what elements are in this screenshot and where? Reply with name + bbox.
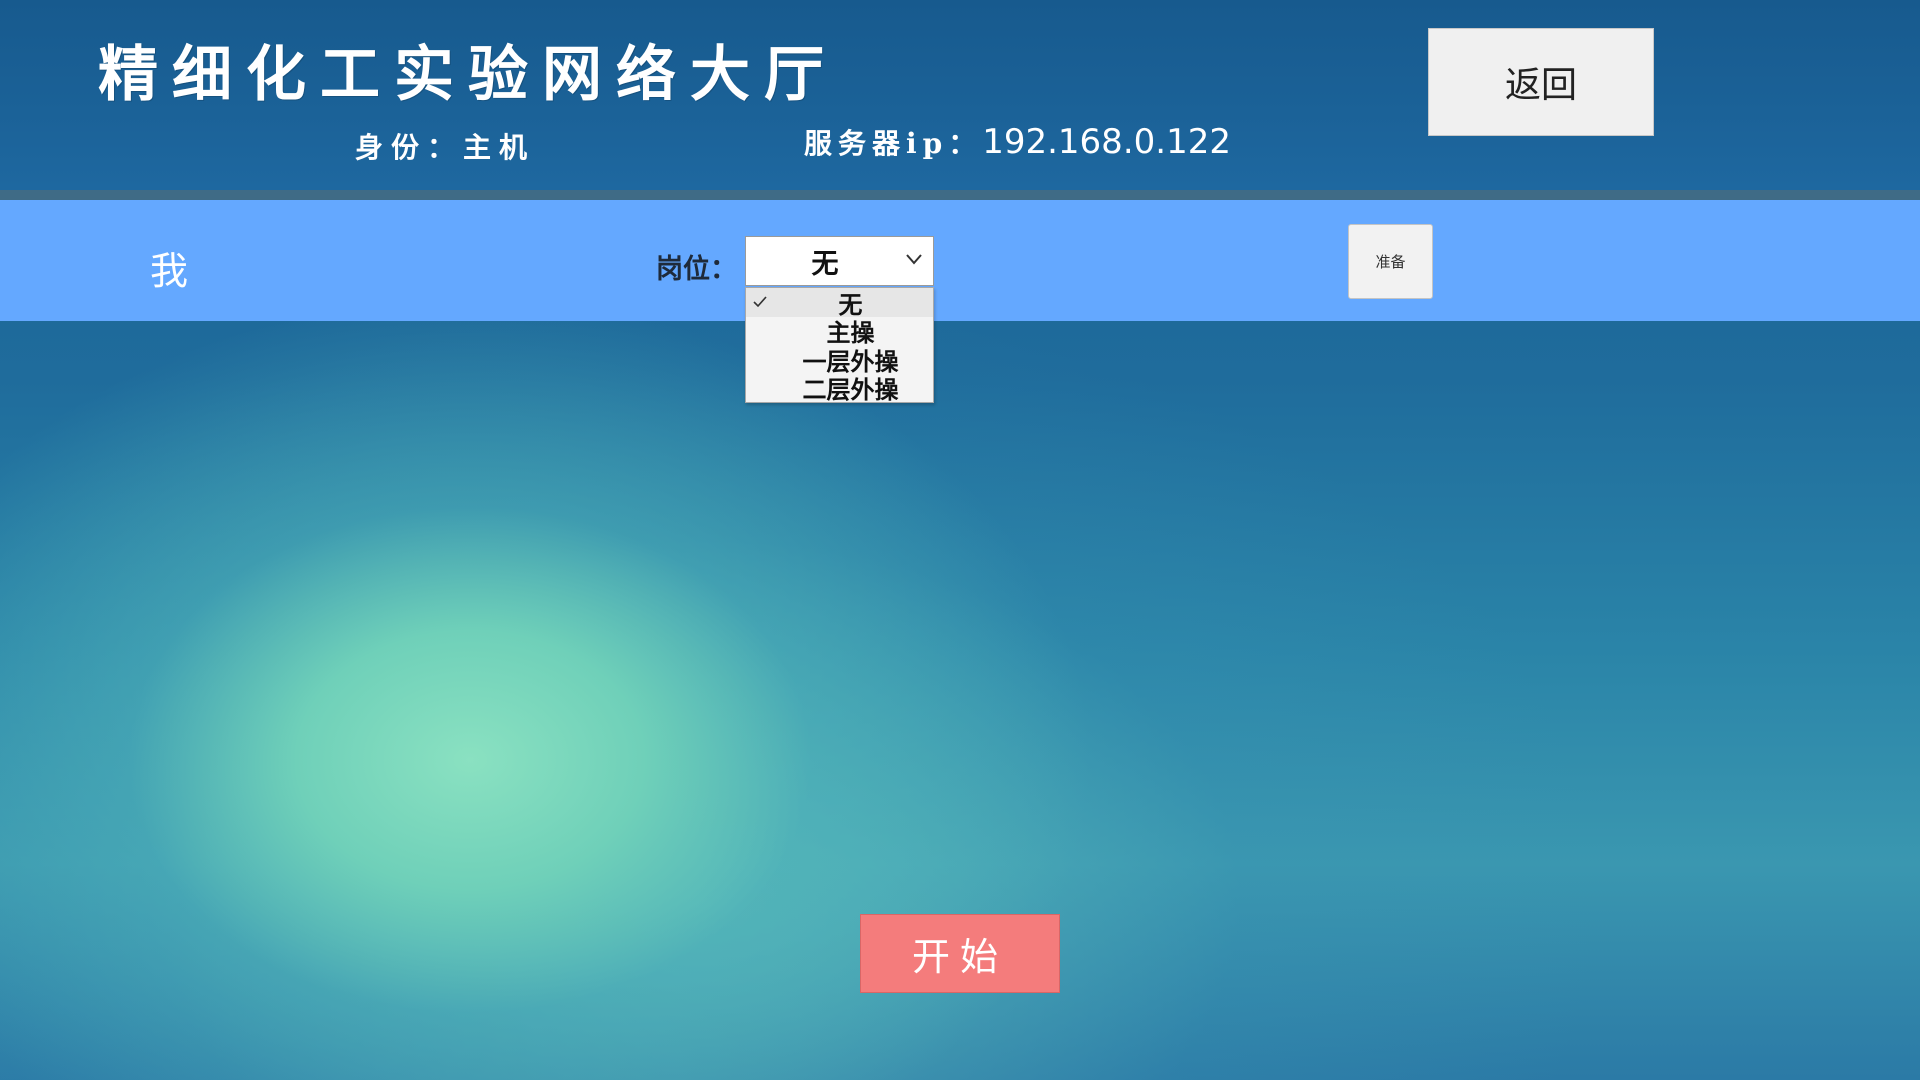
check-icon xyxy=(753,296,767,308)
dropdown-option-label: 二层外操 xyxy=(802,376,899,405)
server-ip-value: 192.168.0.122 xyxy=(982,122,1231,162)
dropdown-option[interactable]: 一层外操 xyxy=(746,345,933,376)
identity-label: 身份：主机 xyxy=(355,131,536,164)
dropdown-option[interactable]: 二层外操 xyxy=(746,374,933,404)
player-row: 我 岗位： 无 准备 xyxy=(0,200,1920,321)
server-ip: 服务器ip：192.168.0.122 xyxy=(804,122,1231,162)
role-dropdown-list: 无 主操 一层外操 二层外操 xyxy=(745,287,934,404)
dropdown-option[interactable]: 主操 xyxy=(746,317,933,347)
player-name: 我 xyxy=(150,249,189,293)
chevron-down-icon xyxy=(906,254,922,265)
app-title: 精细化工实验网络大厅 xyxy=(98,40,838,110)
start-button[interactable]: 开始 xyxy=(860,914,1060,993)
role-label: 岗位： xyxy=(656,254,737,285)
server-ip-label: 服务器ip： xyxy=(804,127,983,160)
dropdown-option[interactable]: 无 xyxy=(746,288,933,319)
ready-button[interactable]: 准备 xyxy=(1348,224,1433,299)
header-bar: 精细化工实验网络大厅 身份：主机 服务器ip：192.168.0.122 返回 xyxy=(0,0,1920,190)
header-divider xyxy=(0,190,1920,200)
role-select-value: 无 xyxy=(811,248,839,280)
role-select[interactable]: 无 xyxy=(745,236,934,286)
back-button[interactable]: 返回 xyxy=(1428,28,1654,136)
